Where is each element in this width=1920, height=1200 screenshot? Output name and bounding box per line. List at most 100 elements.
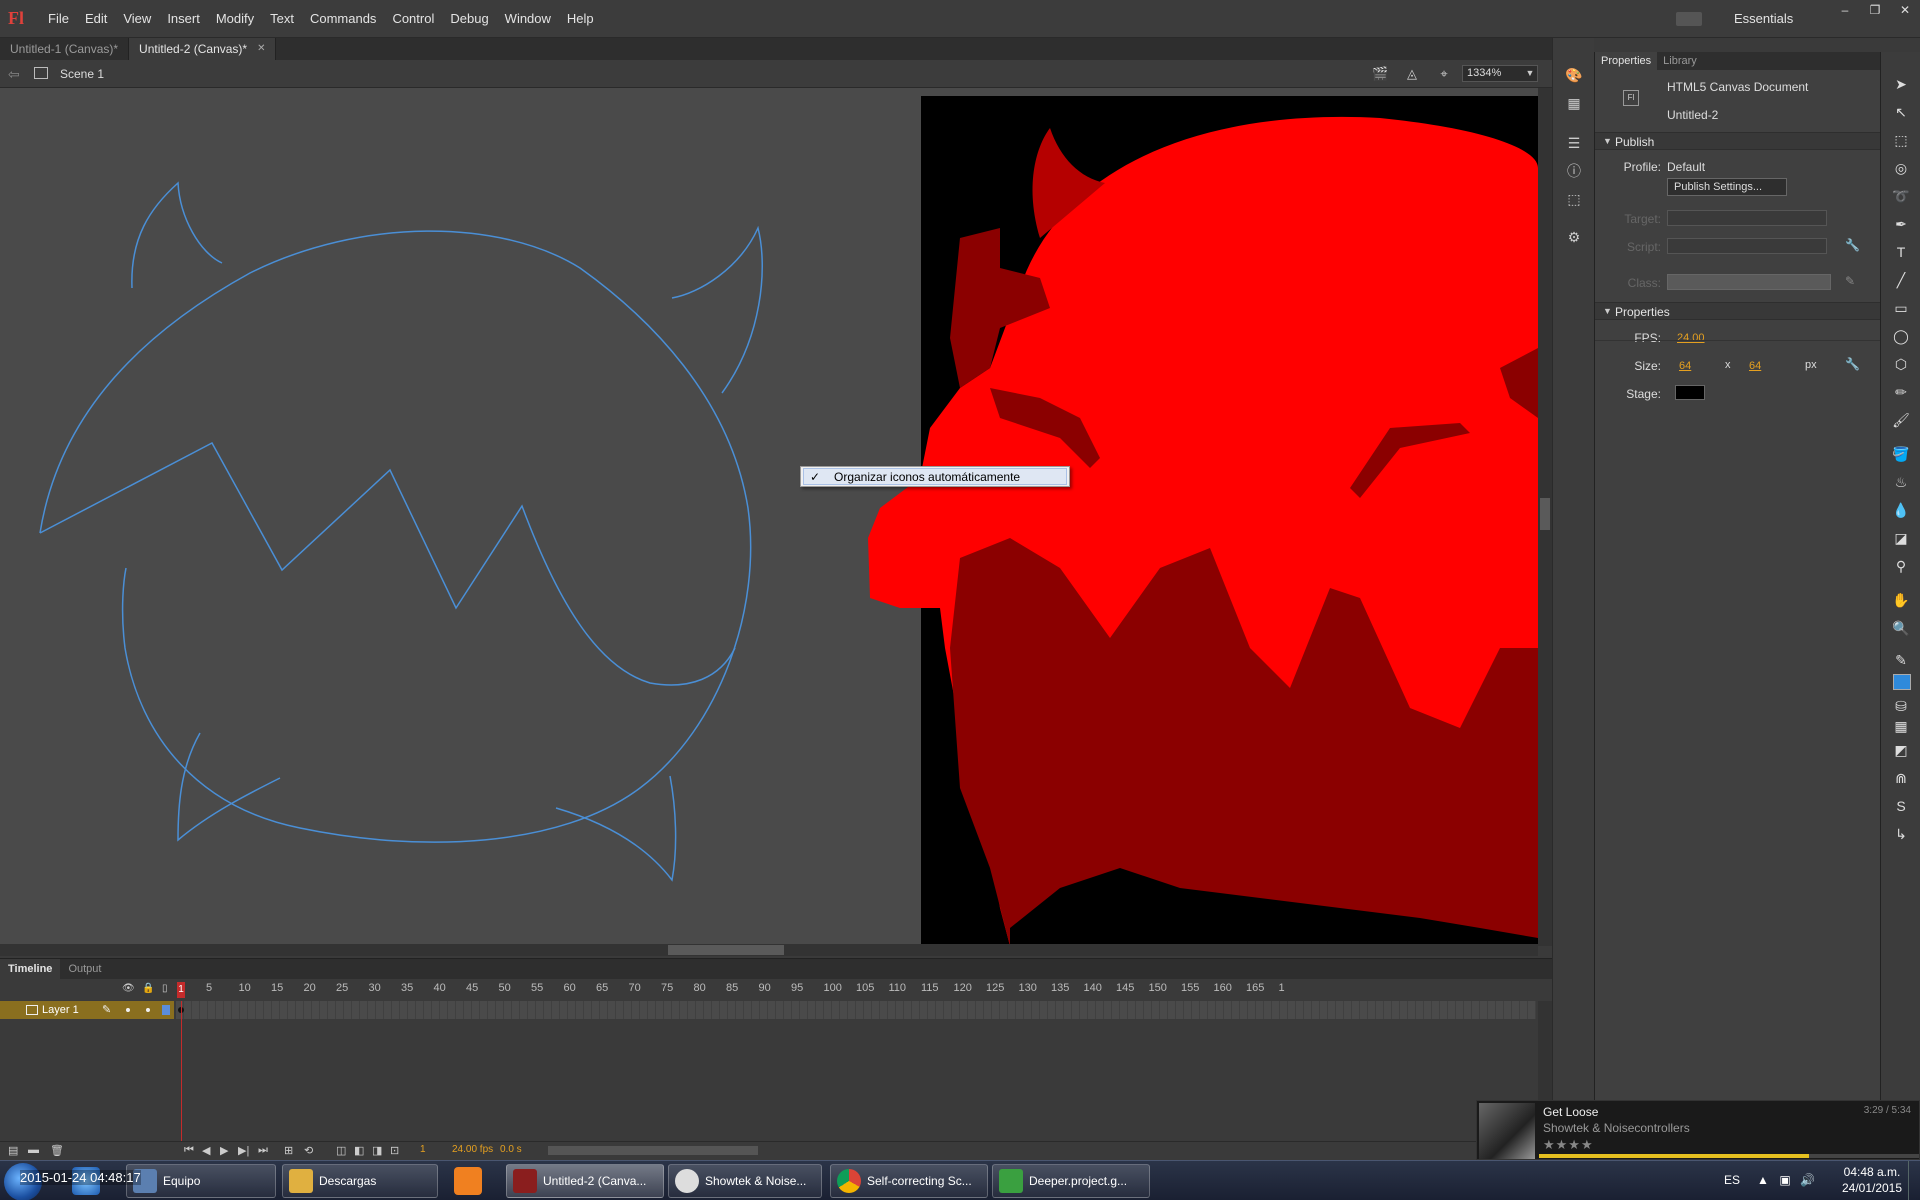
transform-icon[interactable]: ⬚ (1565, 190, 1583, 208)
clock-date[interactable]: 24/01/2015 (1832, 1181, 1912, 1195)
language-indicator[interactable]: ES (1724, 1173, 1740, 1187)
center-stage-icon[interactable]: ⌖ (1436, 66, 1452, 82)
frame-rate[interactable]: 24.00 fps (452, 1144, 493, 1155)
show-hidden-icons-icon[interactable]: ▲ (1756, 1173, 1770, 1187)
taskbar-equipo[interactable]: Equipo (126, 1164, 276, 1198)
step-back-icon[interactable]: ◀ (202, 1144, 210, 1157)
lasso-icon[interactable]: ➰ (1891, 186, 1911, 206)
eye-icon[interactable]: 👁 (122, 983, 135, 995)
tab-untitled-1[interactable]: Untitled-1 (Canvas)* (0, 38, 130, 60)
outline-color-icon[interactable] (162, 1005, 170, 1015)
scroll-thumb[interactable] (668, 945, 784, 955)
publish-settings-button[interactable]: Publish Settings... (1667, 178, 1787, 196)
info-icon[interactable]: ⓘ (1565, 162, 1583, 180)
workspace-switcher[interactable]: Essentials (1734, 0, 1793, 38)
taskbar-flash[interactable]: Untitled-2 (Canva... (506, 1164, 664, 1198)
paint-bucket-icon[interactable]: 🪣 (1891, 444, 1911, 464)
zoom-tool-icon[interactable]: 🔍 (1891, 618, 1911, 638)
scroll-thumb[interactable] (1540, 498, 1550, 530)
taskbar-music-player[interactable]: Showtek & Noise... (668, 1164, 822, 1198)
3d-rotation-icon[interactable]: ◎ (1891, 158, 1911, 178)
menu-commands[interactable]: Commands (302, 0, 384, 38)
straighten-icon[interactable]: ↳ (1891, 824, 1911, 844)
last-frame-icon[interactable]: ⏭ (258, 1144, 268, 1157)
auto-arrange-icons-item[interactable]: ✓ Organizar iconos automáticamente (803, 468, 1067, 485)
new-layer-icon[interactable]: ▤ (8, 1144, 18, 1157)
loop-icon[interactable]: ⟲ (304, 1144, 313, 1157)
subselection-tool-icon[interactable]: ↖ (1891, 102, 1911, 122)
tab-untitled-2[interactable]: Untitled-2 (Canvas)* ✕ (129, 38, 277, 60)
width-value[interactable]: 64 (1679, 360, 1691, 372)
sync-settings-icon[interactable] (1676, 12, 1702, 26)
tab-timeline[interactable]: Timeline (0, 959, 61, 979)
components-icon[interactable]: ⚙ (1565, 228, 1583, 246)
modify-markers-icon[interactable]: ⊡ (390, 1144, 399, 1157)
stroke-color-icon[interactable]: ✎ (1891, 650, 1911, 670)
stage-color-swatch[interactable] (1675, 385, 1705, 400)
new-folder-icon[interactable]: ▬ (28, 1144, 39, 1156)
fill-bucket-icon[interactable]: ⛁ (1891, 696, 1911, 716)
now-playing-notification[interactable]: Get Loose Showtek & Noisecontrollers ★★★… (1476, 1100, 1920, 1160)
publish-section-header[interactable]: ▼ Publish (1595, 132, 1881, 150)
onion-skin-icon[interactable]: ◫ (336, 1144, 346, 1157)
clock-time[interactable]: 04:48 a.m. (1838, 1165, 1906, 1179)
media-player-icon[interactable] (454, 1167, 482, 1195)
volume-icon[interactable]: 🔊 (1800, 1173, 1815, 1187)
show-desktop-button[interactable] (1908, 1161, 1920, 1200)
line-tool-icon[interactable]: ╱ (1891, 270, 1911, 290)
fill-color-swatch[interactable] (1893, 674, 1911, 690)
rating-stars[interactable]: ★★★★ (1543, 1137, 1594, 1153)
edit-scene-icon[interactable]: 🎬 (1372, 66, 1388, 82)
selection-tool-icon[interactable]: ➤ (1891, 74, 1911, 94)
hand-tool-icon[interactable]: ✋ (1891, 590, 1911, 610)
lock-dot-icon[interactable] (146, 1008, 150, 1012)
menu-debug[interactable]: Debug (442, 0, 496, 38)
menu-help[interactable]: Help (559, 0, 602, 38)
bone-tool-icon[interactable]: ⚲ (1891, 556, 1911, 576)
chevron-down-icon[interactable]: ▼ (1522, 65, 1538, 82)
taskbar-project[interactable]: Deeper.project.g... (992, 1164, 1150, 1198)
step-forward-icon[interactable]: ▶| (238, 1144, 249, 1157)
stage-canvas[interactable] (0, 88, 1552, 946)
stage-horizontal-scrollbar[interactable] (0, 944, 1538, 956)
close-button[interactable]: ✕ (1890, 0, 1920, 20)
first-frame-icon[interactable]: ⏮ (184, 1144, 194, 1157)
oval-tool-icon[interactable]: ◯ (1891, 326, 1911, 346)
smooth-icon[interactable]: S (1891, 796, 1911, 816)
layer-row[interactable]: Layer 1 ✎ (0, 1001, 1552, 1019)
height-value[interactable]: 64 (1749, 360, 1761, 372)
swap-colors-icon[interactable]: ▦ (1891, 716, 1911, 736)
menu-modify[interactable]: Modify (208, 0, 262, 38)
wrench-icon[interactable]: 🔧 (1845, 357, 1860, 371)
swatches-icon[interactable]: ▦ (1565, 94, 1583, 112)
center-frame-icon[interactable]: ⊞ (284, 1144, 293, 1157)
color-panel-icon[interactable]: 🎨 (1565, 66, 1583, 84)
frame-cells[interactable] (176, 1001, 1536, 1019)
layer-name-cell[interactable]: Layer 1 ✎ (0, 1001, 174, 1019)
menu-edit[interactable]: Edit (77, 0, 115, 38)
menu-insert[interactable]: Insert (159, 0, 208, 38)
polystar-tool-icon[interactable]: ⬡ (1891, 354, 1911, 374)
delete-icon[interactable]: 🗑 (50, 1144, 64, 1157)
outline-icon[interactable]: ▯ (162, 983, 174, 995)
stage-vertical-scrollbar[interactable] (1538, 88, 1552, 946)
snap-to-objects-icon[interactable]: ⋒ (1891, 768, 1911, 788)
free-transform-icon[interactable]: ⬚ (1891, 130, 1911, 150)
brush-tool-icon[interactable]: 🖌 (1891, 410, 1911, 430)
play-icon[interactable]: ▶ (220, 1144, 228, 1157)
menu-view[interactable]: View (115, 0, 159, 38)
visibility-dot-icon[interactable] (126, 1008, 130, 1012)
pencil-tool-icon[interactable]: ✏ (1891, 382, 1911, 402)
onion-outline-icon[interactable]: ◧ (354, 1144, 364, 1157)
tab-properties[interactable]: Properties (1595, 52, 1658, 70)
menu-file[interactable]: File (40, 0, 77, 38)
align-icon[interactable]: ☰ (1565, 134, 1583, 152)
pen-tool-icon[interactable]: ✒ (1891, 214, 1911, 234)
minimize-button[interactable]: – (1830, 0, 1860, 20)
properties-section-header[interactable]: ▼ Properties (1595, 302, 1881, 320)
menu-control[interactable]: Control (384, 0, 442, 38)
eraser-icon[interactable]: ◪ (1891, 528, 1911, 548)
rectangle-tool-icon[interactable]: ▭ (1891, 298, 1911, 318)
close-tab-icon[interactable]: ✕ (257, 38, 265, 60)
eyedropper-icon[interactable]: 💧 (1891, 500, 1911, 520)
